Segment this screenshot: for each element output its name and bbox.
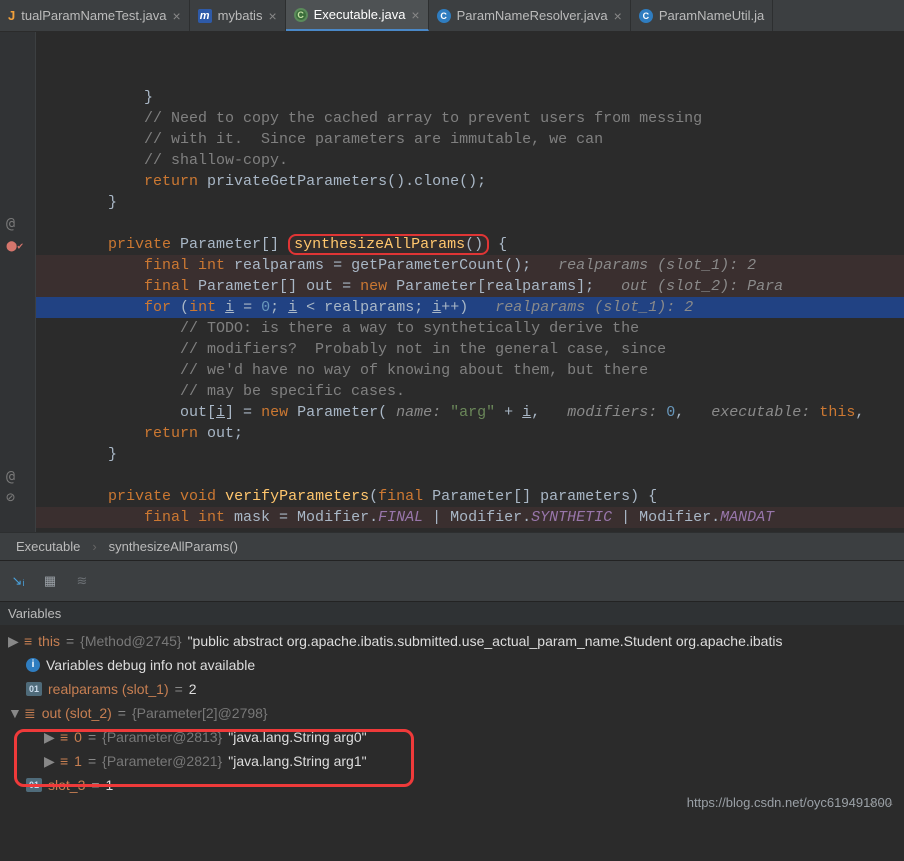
module-icon: m bbox=[198, 9, 212, 23]
restore-layout-icon[interactable]: ↘ᵢ bbox=[8, 571, 28, 591]
class-blue-icon: C bbox=[639, 9, 653, 23]
object-icon: ≡ bbox=[24, 629, 32, 653]
var-out-1[interactable]: ▶ ≡ 1 = {Parameter@2821} "java.lang.Stri… bbox=[4, 749, 904, 773]
var-realparams[interactable]: 01 realparams (slot_1) = 2 bbox=[4, 677, 904, 701]
class-blue-icon: C bbox=[437, 9, 451, 23]
tab-mybatis[interactable]: m mybatis × bbox=[190, 0, 286, 31]
gutter[interactable]: @ ⬤✔ @ ⊘ bbox=[0, 32, 36, 532]
expand-icon[interactable]: ▶ bbox=[44, 749, 54, 773]
primitive-icon: 01 bbox=[26, 682, 42, 696]
current-exec-line: for (int i = 0; i < realparams; i++) rea… bbox=[36, 297, 904, 318]
var-out-0[interactable]: ▶ ≡ 0 = {Parameter@2813} "java.lang.Stri… bbox=[4, 725, 904, 749]
highlight-method-box: synthesizeAllParams() {() bbox=[288, 234, 489, 255]
close-icon[interactable]: × bbox=[172, 8, 180, 24]
var-info[interactable]: i Variables debug info not available bbox=[4, 653, 904, 677]
close-icon[interactable]: × bbox=[614, 8, 622, 24]
expand-icon[interactable]: ▶ bbox=[8, 629, 18, 653]
close-icon[interactable]: × bbox=[411, 7, 419, 23]
debug-toolbar: ↘ᵢ ▦ ≋ bbox=[0, 560, 904, 602]
tab-paramnameutil[interactable]: C ParamNameUtil.ja bbox=[631, 0, 773, 31]
collapse-icon[interactable]: ▼ bbox=[8, 701, 18, 725]
calculator-icon[interactable]: ▦ bbox=[40, 571, 60, 591]
object-icon: ≡ bbox=[60, 725, 68, 749]
tab-label: ParamNameUtil.ja bbox=[659, 8, 764, 23]
tab-label: tualParamNameTest.java bbox=[21, 8, 166, 23]
chevron-right-icon: › bbox=[92, 539, 96, 554]
resize-handle-icon[interactable]: ⌃⌃⌃ bbox=[867, 795, 894, 819]
var-this[interactable]: ▶ ≡ this = {Method@2745} "public abstrac… bbox=[4, 629, 904, 653]
tab-label: Executable.java bbox=[314, 7, 406, 22]
tab-paramnameresolver[interactable]: C ParamNameResolver.java × bbox=[429, 0, 631, 31]
object-icon: ≡ bbox=[60, 749, 68, 773]
watch-icon[interactable]: ≋ bbox=[72, 571, 92, 591]
info-icon: i bbox=[26, 658, 40, 672]
class-icon: C bbox=[294, 8, 308, 22]
tab-paramnametest[interactable]: J tualParamNameTest.java × bbox=[0, 0, 190, 31]
expand-icon[interactable]: ▶ bbox=[44, 725, 54, 749]
editor: @ ⬤✔ @ ⊘ } // Need to copy the cached ar… bbox=[0, 32, 904, 532]
editor-tabbar: J tualParamNameTest.java × m mybatis × C… bbox=[0, 0, 904, 32]
array-icon: ≣ bbox=[24, 701, 36, 725]
tab-executable[interactable]: C Executable.java × bbox=[286, 0, 429, 31]
java-icon: J bbox=[8, 8, 15, 23]
tab-label: mybatis bbox=[218, 8, 263, 23]
watermark: https://blog.csdn.net/oyc619491800 bbox=[687, 791, 892, 815]
breadcrumb[interactable]: Executable › synthesizeAllParams() bbox=[0, 532, 904, 560]
var-out[interactable]: ▼ ≣ out (slot_2) = {Parameter[2]@2798} bbox=[4, 701, 904, 725]
variables-panel: ▶ ≡ this = {Method@2745} "public abstrac… bbox=[0, 625, 904, 821]
breadcrumb-method[interactable]: synthesizeAllParams() bbox=[109, 539, 238, 554]
primitive-icon: 01 bbox=[26, 778, 42, 792]
close-icon[interactable]: × bbox=[268, 8, 276, 24]
variables-header: Variables bbox=[0, 602, 904, 625]
code-area[interactable]: } // Need to copy the cached array to pr… bbox=[36, 32, 904, 532]
breadcrumb-class[interactable]: Executable bbox=[16, 539, 80, 554]
tab-label: ParamNameResolver.java bbox=[457, 8, 608, 23]
